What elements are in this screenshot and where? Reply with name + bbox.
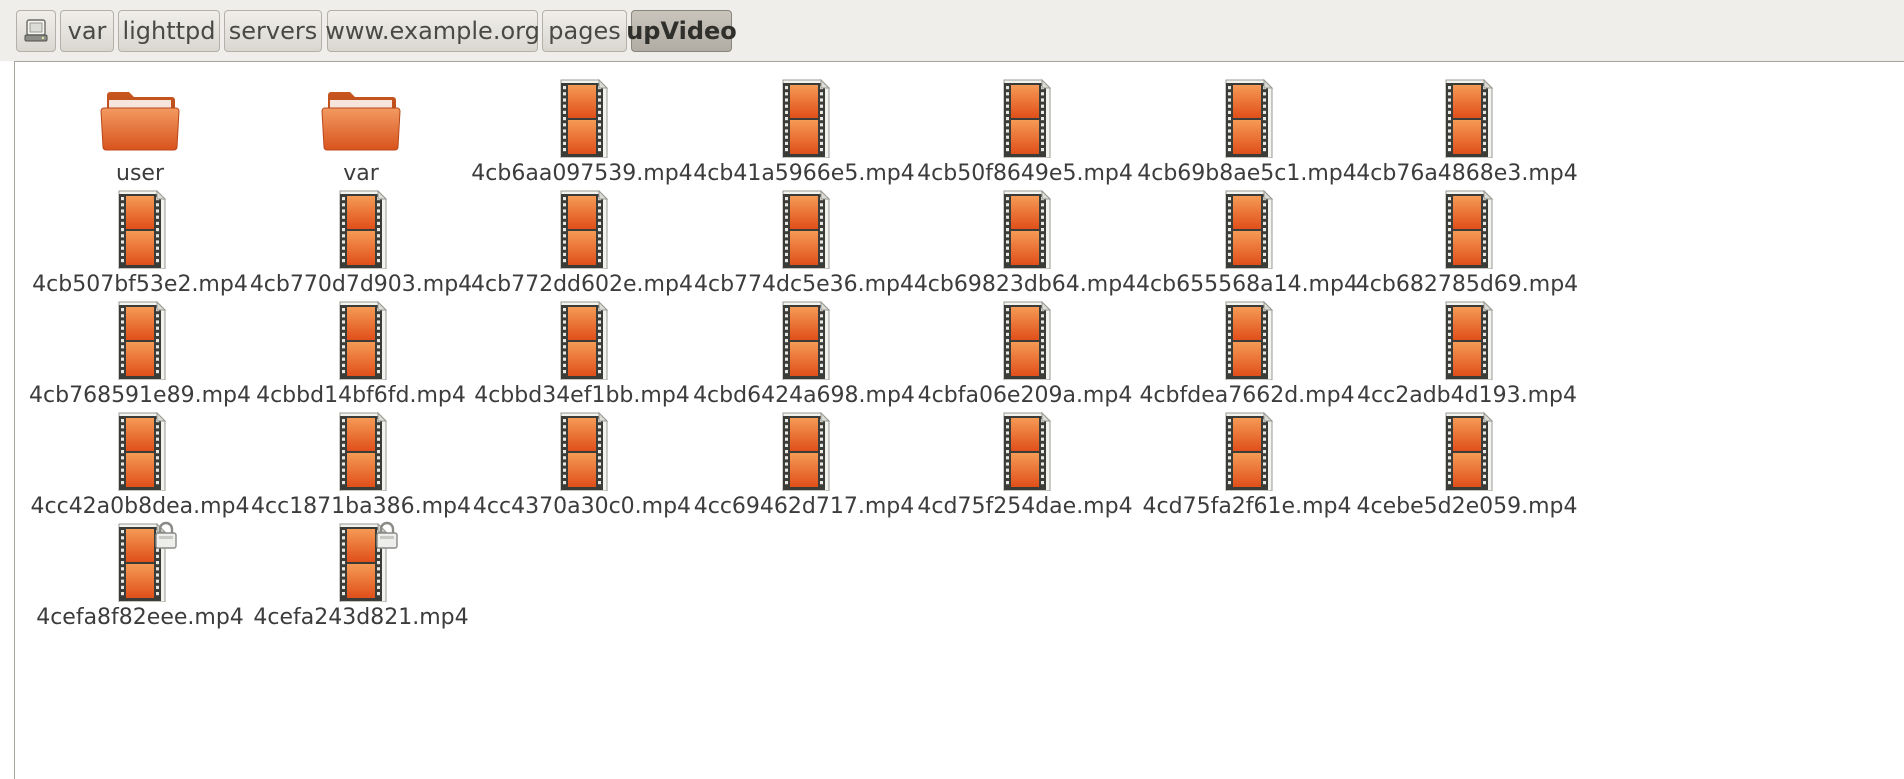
video-file-icon — [759, 300, 849, 380]
drive-icon — [23, 18, 49, 44]
crumb-var[interactable]: var — [60, 10, 114, 52]
video-file-icon — [1422, 189, 1512, 269]
file-item[interactable]: 4cb41a5966e5.mp4 — [679, 62, 929, 190]
file-name-label: 4cefa8f82eee.mp4 — [36, 605, 244, 630]
crumb-upvideo[interactable]: upVideo — [626, 10, 737, 52]
crumb-lighttpd[interactable]: lighttpd — [118, 10, 220, 52]
file-item[interactable]: 4cefa243d821.mp4 — [236, 506, 486, 634]
icon-grid: user var 4cb6aa097539.mp4 4cb41a5966e5.mp4 4… — [15, 62, 1904, 779]
file-name-label: 4cefa243d821.mp4 — [253, 605, 469, 630]
file-item[interactable]: 4cb768591e89.mp4 — [15, 284, 265, 412]
file-item[interactable]: 4cbbd14bf6fd.mp4 — [236, 284, 486, 412]
video-file-icon — [537, 189, 627, 269]
video-file-icon — [1422, 78, 1512, 158]
file-item[interactable]: 4cc4370a30c0.mp4 — [457, 395, 707, 523]
video-file-icon — [316, 300, 406, 380]
video-file-icon — [1422, 411, 1512, 491]
file-item[interactable]: 4cebe5d2e059.mp4 — [1342, 395, 1592, 523]
video-file-icon — [1202, 411, 1292, 491]
video-file-icon — [95, 189, 185, 269]
video-file-icon — [980, 411, 1070, 491]
video-file-icon — [316, 411, 406, 491]
file-item[interactable]: 4cb682785d69.mp4 — [1342, 173, 1592, 301]
folder-item[interactable]: var — [236, 62, 486, 190]
file-item[interactable]: 4cb76a4868e3.mp4 — [1342, 62, 1592, 190]
video-file-icon — [316, 189, 406, 269]
file-item[interactable]: 4cd75fa2f61e.mp4 — [1122, 395, 1372, 523]
file-item[interactable]: 4cb6aa097539.mp4 — [457, 62, 707, 190]
video-file-icon — [95, 300, 185, 380]
video-file-icon — [980, 78, 1070, 158]
file-item[interactable]: 4cd75f254dae.mp4 — [900, 395, 1150, 523]
file-item[interactable]: 4cb69823db64.mp4 — [900, 173, 1150, 301]
video-file-icon — [1202, 78, 1292, 158]
file-name-label: 4cc69462d717.mp4 — [693, 494, 915, 519]
video-file-icon — [95, 411, 185, 491]
file-name-label: 4cebe5d2e059.mp4 — [1356, 494, 1578, 519]
video-file-icon — [537, 411, 627, 491]
video-file-icon — [537, 78, 627, 158]
file-item[interactable]: 4cb774dc5e36.mp4 — [679, 173, 929, 301]
file-view[interactable]: user var 4cb6aa097539.mp4 4cb41a5966e5.mp4 4… — [14, 61, 1904, 779]
folder-icon — [95, 78, 185, 158]
lock-icon — [372, 520, 402, 550]
file-name-label: 4cd75f254dae.mp4 — [917, 494, 1133, 519]
file-name-label: 4cd75fa2f61e.mp4 — [1142, 494, 1352, 519]
path-bar: var lighttpd servers www.example.org pag… — [0, 0, 1904, 61]
lock-icon — [151, 520, 181, 550]
crumb-home-button[interactable] — [16, 10, 56, 52]
file-item[interactable]: 4cc1871ba386.mp4 — [236, 395, 486, 523]
video-file-icon — [1422, 300, 1512, 380]
file-item[interactable]: 4cc69462d717.mp4 — [679, 395, 929, 523]
file-item[interactable]: 4cb772dd602e.mp4 — [457, 173, 707, 301]
video-file-icon — [759, 411, 849, 491]
file-item[interactable]: 4cbfdea7662d.mp4 — [1122, 284, 1372, 412]
video-file-icon — [537, 300, 627, 380]
crumb-www-example-org[interactable]: www.example.org — [325, 10, 540, 52]
video-file-icon — [759, 78, 849, 158]
file-item[interactable]: 4cefa8f82eee.mp4 — [15, 506, 265, 634]
folder-icon — [316, 78, 406, 158]
video-file-icon — [759, 189, 849, 269]
file-item[interactable]: 4cb770d7d903.mp4 — [236, 173, 486, 301]
file-item[interactable]: 4cb655568a14.mp4 — [1122, 173, 1372, 301]
video-file-icon — [980, 189, 1070, 269]
file-item[interactable]: 4cb507bf53e2.mp4 — [15, 173, 265, 301]
file-item[interactable]: 4cbd6424a698.mp4 — [679, 284, 929, 412]
file-name-label: 4cc4370a30c0.mp4 — [472, 494, 692, 519]
video-file-icon — [980, 300, 1070, 380]
file-item[interactable]: 4cc42a0b8dea.mp4 — [15, 395, 265, 523]
file-item[interactable]: 4cc2adb4d193.mp4 — [1342, 284, 1592, 412]
file-item[interactable]: 4cb69b8ae5c1.mp4 — [1122, 62, 1372, 190]
folder-item[interactable]: user — [15, 62, 265, 190]
crumb-pages[interactable]: pages — [542, 10, 627, 52]
file-item[interactable]: 4cbbd34ef1bb.mp4 — [457, 284, 707, 412]
crumb-servers[interactable]: servers — [224, 10, 322, 52]
file-item[interactable]: 4cb50f8649e5.mp4 — [900, 62, 1150, 190]
video-file-icon — [1202, 189, 1292, 269]
video-file-icon — [1202, 300, 1292, 380]
file-item[interactable]: 4cbfa06e209a.mp4 — [900, 284, 1150, 412]
